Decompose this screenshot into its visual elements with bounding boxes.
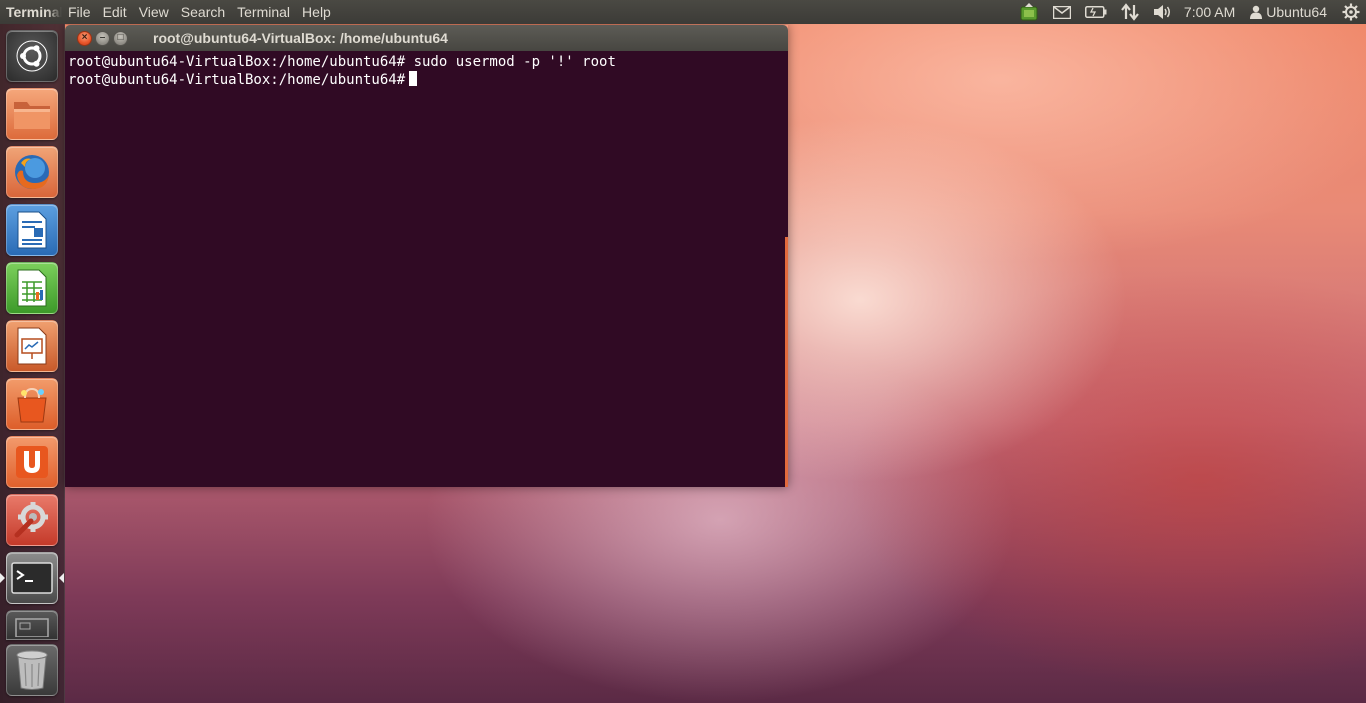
launcher-workspace-switcher[interactable]: [6, 610, 58, 640]
terminal-line: root@ubuntu64-VirtualBox:/home/ubuntu64#…: [68, 54, 616, 70]
user-indicator[interactable]: Ubuntu64: [1243, 0, 1335, 24]
menu-edit[interactable]: Edit: [97, 0, 133, 24]
top-panel: Terminal File Edit View Search Terminal …: [0, 0, 1366, 24]
writer-document-icon: [17, 211, 47, 249]
settings-gear-wrench-icon: [14, 502, 48, 538]
launcher-system-settings[interactable]: [6, 494, 58, 546]
menu-terminal[interactable]: Terminal: [231, 0, 296, 24]
minimize-button[interactable]: –: [95, 30, 110, 46]
terminal-scroll-edge: [785, 237, 788, 487]
mail-icon[interactable]: [1046, 0, 1078, 24]
terminal-output-area[interactable]: root@ubuntu64-VirtualBox:/home/ubuntu64#…: [65, 51, 788, 487]
menu-help[interactable]: Help: [296, 0, 337, 24]
terminal-window[interactable]: × – □ root@ubuntu64-VirtualBox: /home/ub…: [65, 25, 788, 487]
clock-indicator[interactable]: 7:00 AM: [1180, 0, 1243, 24]
battery-icon[interactable]: [1078, 0, 1114, 24]
menu-search[interactable]: Search: [175, 0, 231, 24]
firefox-icon: [15, 155, 49, 189]
launcher-software-center[interactable]: [6, 378, 58, 430]
calc-spreadsheet-icon: [17, 269, 47, 307]
window-title: root@ubuntu64-VirtualBox: /home/ubuntu64: [153, 30, 448, 46]
ubuntu-logo-icon: [16, 40, 48, 72]
menu-view[interactable]: View: [133, 0, 175, 24]
unity-launcher: [0, 24, 65, 703]
launcher-ubuntu-one[interactable]: [6, 436, 58, 488]
shopping-bag-icon: [17, 387, 47, 423]
launcher-firefox[interactable]: [6, 146, 58, 198]
volume-icon[interactable]: [1146, 0, 1180, 24]
terminal-prompt: root@ubuntu64-VirtualBox:/home/ubuntu64#: [68, 72, 406, 88]
menubar: File Edit View Search Terminal Help: [62, 0, 337, 24]
update-manager-icon[interactable]: [1012, 0, 1046, 24]
window-titlebar[interactable]: × – □ root@ubuntu64-VirtualBox: /home/ub…: [65, 25, 788, 51]
terminal-prompt-line: root@ubuntu64-VirtualBox:/home/ubuntu64#: [68, 71, 788, 89]
launcher-files[interactable]: [6, 88, 58, 140]
launcher-terminal[interactable]: [6, 552, 58, 604]
text-cursor: [409, 71, 418, 86]
running-indicator-terminal: [0, 573, 5, 583]
launcher-libreoffice-writer[interactable]: [6, 204, 58, 256]
terminal-icon: [11, 562, 53, 594]
network-icon[interactable]: [1114, 0, 1146, 24]
active-app-name: Terminal: [6, 4, 62, 20]
close-button[interactable]: ×: [77, 30, 92, 46]
impress-presentation-icon: [17, 327, 47, 365]
user-icon: [1250, 5, 1263, 19]
workspace-icon: [15, 618, 49, 637]
dash-home-button[interactable]: [6, 30, 58, 82]
menu-file[interactable]: File: [62, 0, 97, 24]
user-name: Ubuntu64: [1266, 4, 1327, 20]
ubuntu-one-icon: [16, 446, 48, 478]
focused-indicator-terminal: [59, 573, 64, 583]
trash-icon: [16, 650, 48, 690]
folder-icon: [14, 102, 50, 129]
indicator-area: 7:00 AM Ubuntu64: [1012, 0, 1366, 24]
launcher-trash[interactable]: [6, 644, 58, 696]
window-controls: × – □: [65, 30, 141, 46]
launcher-libreoffice-impress[interactable]: [6, 320, 58, 372]
session-gear-icon[interactable]: [1335, 0, 1366, 24]
maximize-button[interactable]: □: [113, 30, 128, 46]
launcher-libreoffice-calc[interactable]: [6, 262, 58, 314]
